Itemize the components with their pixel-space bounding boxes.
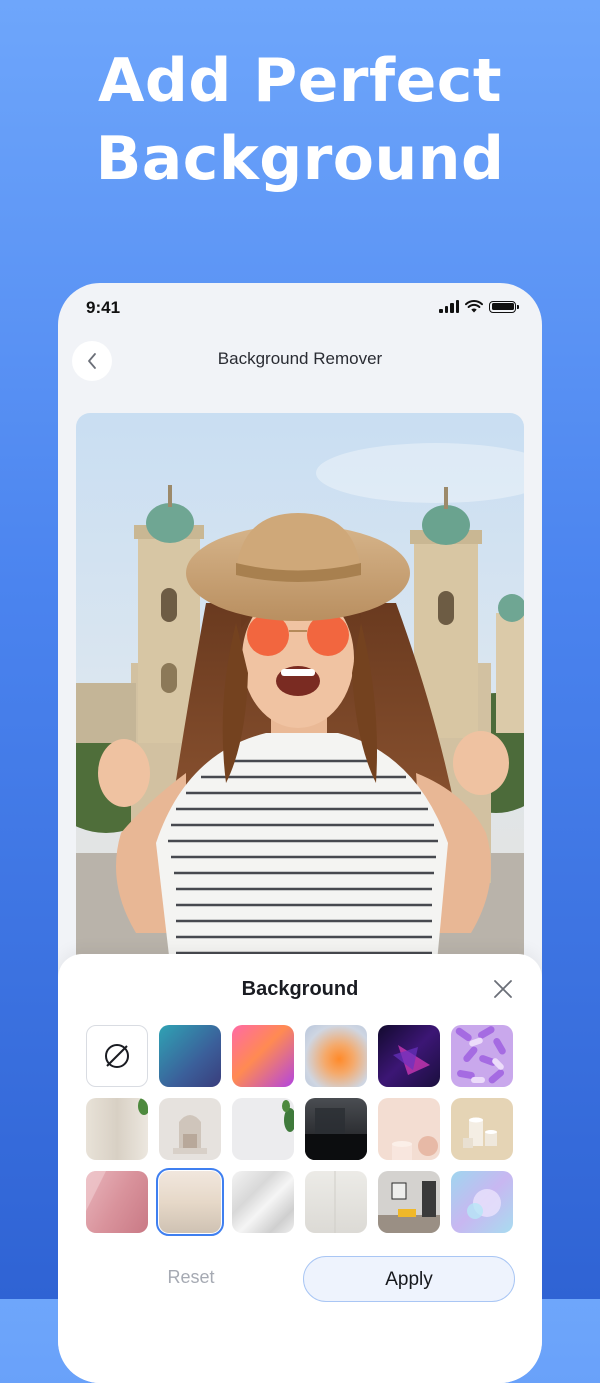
- light-grey-plant-swatch[interactable]: [232, 1098, 294, 1160]
- arch-niche-swatch[interactable]: [159, 1098, 221, 1160]
- lilac-capsules-swatch[interactable]: [451, 1025, 513, 1087]
- white-silk-swatch[interactable]: [232, 1171, 294, 1233]
- phone-frame: 9:41 Background Remover Background Reset…: [58, 283, 542, 1383]
- headline-line-1: Add Perfect: [97, 46, 503, 116]
- blur-orange-swatch[interactable]: [305, 1025, 367, 1087]
- cream-gradient-swatch[interactable]: [156, 1168, 224, 1236]
- status-time: 9:41: [86, 298, 121, 317]
- sheet-title: Background: [241, 978, 359, 1000]
- room-interior-swatch[interactable]: [378, 1171, 440, 1233]
- pink-orange-gradient-swatch[interactable]: [232, 1025, 294, 1087]
- apply-button[interactable]: Apply: [303, 1256, 515, 1302]
- rose-terrazzo-swatch[interactable]: [86, 1171, 148, 1233]
- dark-studio-swatch[interactable]: [305, 1098, 367, 1160]
- reset-button[interactable]: Reset: [106, 1254, 276, 1300]
- headline-line-2: Background: [95, 124, 505, 194]
- close-icon[interactable]: [492, 978, 514, 1000]
- none-swatch[interactable]: [86, 1025, 148, 1087]
- teal-gradient-swatch[interactable]: [159, 1025, 221, 1087]
- background-sheet: Background Reset Apply: [58, 954, 542, 1383]
- light-wall-swatch[interactable]: [305, 1171, 367, 1233]
- headline: Add Perfect Background: [0, 42, 600, 198]
- cellular-signal-icon: [439, 300, 459, 313]
- holographic-swatch[interactable]: [451, 1171, 513, 1233]
- wifi-icon: [465, 300, 483, 313]
- status-icons: [439, 300, 519, 313]
- no-background-icon: [105, 1044, 129, 1068]
- photo-preview: [76, 413, 524, 973]
- purple-abstract-swatch[interactable]: [378, 1025, 440, 1087]
- battery-icon: [489, 300, 519, 313]
- peach-pedestal-swatch[interactable]: [378, 1098, 440, 1160]
- page-title: Background Remover: [217, 349, 383, 368]
- status-bar: 9:41: [58, 283, 542, 335]
- beige-cylinders-swatch[interactable]: [451, 1098, 513, 1160]
- wood-plant-swatch[interactable]: [86, 1098, 148, 1160]
